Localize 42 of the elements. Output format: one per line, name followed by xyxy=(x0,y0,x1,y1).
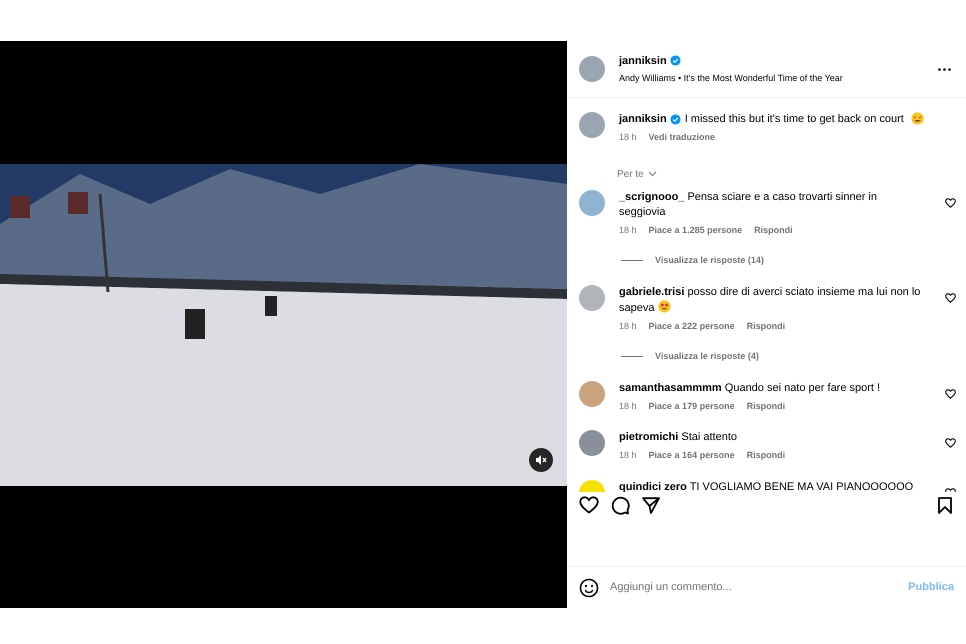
likes-count[interactable]: Piace a 1.285 persone xyxy=(648,224,742,237)
username[interactable]: _scrignooo_ xyxy=(619,190,684,202)
comment-text: gabriele.trisi posso dire di averci sciato insieme ma lui non lo sapeva xyxy=(619,284,922,316)
timestamp: 18 h xyxy=(619,224,637,236)
audio-track[interactable]: Andy Williams • It's the Most Wonderful Time of the Year xyxy=(619,72,843,86)
more-options-icon[interactable] xyxy=(938,68,951,70)
reply-link[interactable]: Rispondi xyxy=(746,320,786,333)
comment-text: pietromichi Stai attento xyxy=(619,430,738,445)
comment-input-field[interactable]: Aggiungi un commento... xyxy=(610,579,908,596)
timestamp: 18 h xyxy=(619,320,637,332)
username[interactable]: samanthasammmm xyxy=(619,382,722,394)
reply-link[interactable]: Rispondi xyxy=(746,449,786,462)
muted-speaker-icon xyxy=(535,454,547,466)
view-replies-link[interactable]: Visualizza le risposte (14) xyxy=(655,254,764,268)
reply-link[interactable]: Rispondi xyxy=(754,224,793,237)
likes-count[interactable]: Piace a 164 persone xyxy=(648,449,735,462)
likes-count[interactable]: Piace a 179 persone xyxy=(648,400,735,413)
timestamp: 18 h xyxy=(619,400,637,412)
likes-count[interactable]: Piace a 222 persone xyxy=(648,320,735,333)
send-icon[interactable] xyxy=(642,496,660,514)
avatar[interactable] xyxy=(579,430,605,456)
timestamp: 18 h xyxy=(619,449,637,462)
reply-link[interactable]: Rispondi xyxy=(746,400,786,413)
sort-dropdown[interactable]: Per te xyxy=(617,166,657,182)
username[interactable]: quindici zero xyxy=(619,480,687,492)
username[interactable]: pietromichi xyxy=(619,431,678,443)
translate-link[interactable]: Vedi traduzione xyxy=(648,131,716,144)
bookmark-icon[interactable] xyxy=(938,496,952,514)
comment-text: samanthasammmm Quando sei nato per fare sport ! xyxy=(619,380,882,396)
comment-icon[interactable] xyxy=(611,496,630,514)
comment-text: _scrignooo_ Pensa sciare e a caso trovarti sinner in seggiovia xyxy=(619,190,878,220)
verified-badge-icon xyxy=(670,114,681,125)
chevron-down-icon xyxy=(648,171,657,177)
username[interactable]: janniksin xyxy=(619,52,667,69)
laughing-face-icon xyxy=(910,112,924,125)
smiley-icon[interactable] xyxy=(579,578,599,598)
view-replies-link[interactable]: Visualizza le risposte (4) xyxy=(655,350,759,364)
comment-text: quindici zero TI VOGLIAMO BENE MA VAI PIANOOOOOO xyxy=(619,480,914,492)
username[interactable]: gabriele.trisi xyxy=(619,286,684,298)
username[interactable]: janniksin xyxy=(619,112,667,127)
comment-text: I missed this but it's time to get back on court xyxy=(684,112,904,127)
timestamp: 18 h xyxy=(619,131,637,144)
